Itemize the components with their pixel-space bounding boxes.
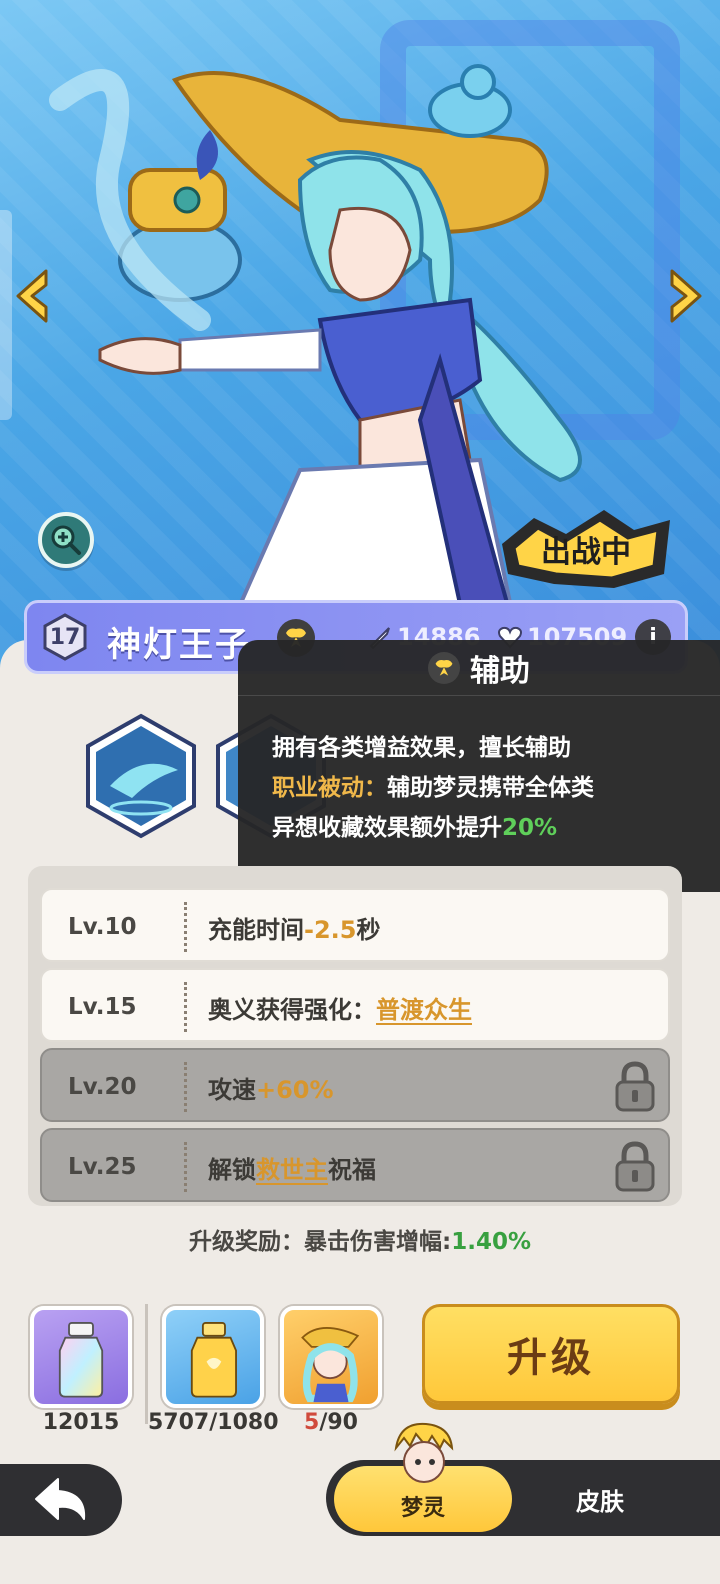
svg-text:出战中: 出战中	[541, 535, 631, 570]
materials-divider	[145, 1304, 148, 1424]
hero-shard-icon	[301, 1327, 360, 1403]
upgrade-reward-text: 升级奖励：暴击伤害增幅:1.40%	[0, 1222, 720, 1256]
level-row-locked: Lv.25 解锁救世主祝福	[40, 1128, 670, 1202]
previous-hero-arrow-icon[interactable]	[10, 265, 54, 327]
zoom-in-button[interactable]	[38, 512, 94, 568]
lock-icon	[615, 1141, 655, 1192]
passive-text-b: 异想收藏效果额外提升	[272, 815, 502, 841]
hero-showcase: 出战中	[0, 0, 720, 650]
back-arrow-icon	[35, 1478, 86, 1520]
passive-label: 职业被动：	[272, 775, 387, 801]
hero-shard-item[interactable]	[280, 1306, 382, 1408]
level-unlock-list[interactable]: Lv.10 充能时间-2.5秒 Lv.15 奥义获得强化：普渡众生 Lv.20 …	[28, 866, 682, 1206]
next-hero-arrow-icon[interactable]	[664, 265, 708, 327]
back-button[interactable]	[0, 1464, 122, 1536]
gold-bottle-icon	[190, 1321, 237, 1398]
tooltip-body: 拥有各类增益效果，擅长辅助 职业被动：辅助梦灵携带全体类 异想收藏效果额外提升2…	[272, 728, 692, 848]
gold-bottle-count: 5707/1080	[148, 1410, 279, 1435]
rainbow-bottle-item[interactable]	[30, 1306, 132, 1408]
tab-dream-label: 梦灵	[400, 1496, 445, 1521]
hero-level: 17	[49, 624, 81, 650]
lock-icon	[615, 1061, 655, 1112]
level-effect: 攻速+60%	[208, 1076, 334, 1104]
level-effect: 解锁救世主祝福	[208, 1156, 376, 1184]
reward-value: 1.40%	[451, 1229, 531, 1255]
level-row: Lv.10 充能时间-2.5秒	[40, 888, 670, 962]
tooltip-line-3: 异想收藏效果额外提升20%	[272, 808, 692, 848]
deployed-badge-logo: 出战中	[502, 510, 670, 588]
skill-icon-1[interactable]	[82, 712, 200, 840]
tooltip-line-2: 职业被动：辅助梦灵携带全体类	[272, 768, 692, 808]
skill-link[interactable]: 普渡众生	[376, 996, 472, 1024]
rainbow-bottle-icon	[58, 1321, 104, 1398]
hero-shard-count: 5/90	[304, 1410, 358, 1435]
support-class-icon	[428, 651, 460, 684]
level-row: Lv.15 奥义获得强化：普渡众生	[40, 968, 670, 1042]
rainbow-bottle-count: 12015	[42, 1410, 120, 1435]
level-label: Lv.20	[68, 1074, 137, 1100]
level-effect: 充能时间-2.5秒	[208, 916, 381, 944]
passive-value: 20%	[502, 815, 558, 841]
tooltip-title: 辅助	[470, 653, 530, 689]
row-divider	[184, 1062, 187, 1112]
gold-bottle-item[interactable]	[162, 1306, 264, 1408]
row-divider	[184, 902, 187, 952]
upgrade-button[interactable]: 升级	[422, 1304, 680, 1404]
tooltip-line-1: 拥有各类增益效果，擅长辅助	[272, 735, 571, 761]
reward-label: 升级奖励：暴击伤害增幅:	[189, 1229, 452, 1255]
row-divider	[184, 1142, 187, 1192]
tab-skin[interactable]: 皮肤	[520, 1466, 680, 1532]
level-effect: 奥义获得强化：普渡众生	[208, 996, 472, 1024]
level-label: Lv.15	[68, 994, 137, 1020]
tab-skin-label: 皮肤	[576, 1487, 624, 1516]
passive-text-a: 辅助梦灵携带全体类	[387, 775, 594, 801]
level-label: Lv.25	[68, 1154, 137, 1180]
level-label: Lv.10	[68, 914, 137, 940]
level-row-locked: Lv.20 攻速+60%	[40, 1048, 670, 1122]
skill-link[interactable]: 救世主	[256, 1156, 328, 1184]
hero-name: 神灯王子	[107, 625, 251, 665]
row-divider	[184, 982, 187, 1032]
dream-spirit-avatar-icon	[394, 1422, 454, 1483]
zoom-in-icon	[51, 525, 81, 555]
tooltip-header: 辅助	[238, 640, 720, 696]
level-badge: 17	[41, 613, 89, 661]
class-tooltip: 辅助 拥有各类增益效果，擅长辅助 职业被动：辅助梦灵携带全体类 异想收藏效果额外…	[238, 640, 720, 892]
